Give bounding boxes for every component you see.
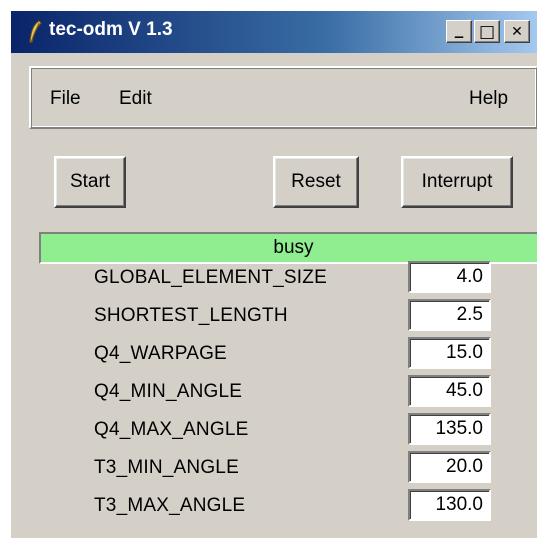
param-label: T3_MIN_ANGLE [94,457,239,478]
reset-button[interactable]: Reset [273,156,359,208]
maximize-button[interactable]: □ [474,20,500,43]
param-row: T3_MIN_ANGLE [11,451,531,485]
maximize-icon: □ [478,21,496,42]
param-row: SHORTEST_LENGTH [11,299,531,333]
param-row: GLOBAL_ELEMENT_SIZE [11,261,531,295]
feather-icon [29,20,42,43]
shortest-length-input[interactable] [408,299,491,331]
param-row: T3_MAX_ANGLE [11,489,531,523]
global-element-size-input[interactable] [408,261,491,293]
menu-help[interactable]: Help [469,88,508,110]
param-row: Q4_MAX_ANGLE [11,413,531,447]
status-indicator: busy [39,232,537,264]
t3-min-angle-input[interactable] [408,451,491,483]
minimize-icon: _ [454,18,464,39]
title-bar[interactable]: tec-odm V 1.3 _ □ ✕ [11,11,537,53]
param-label: SHORTEST_LENGTH [94,305,288,326]
param-row: Q4_WARPAGE [11,337,531,371]
close-icon: ✕ [511,23,523,40]
q4-min-angle-input[interactable] [408,375,491,407]
app-window: tec-odm V 1.3 _ □ ✕ File Edit Help Start… [9,9,537,538]
menu-bar: File Edit Help [29,66,537,129]
menu-file[interactable]: File [50,88,81,110]
param-label: T3_MAX_ANGLE [94,495,246,516]
close-button[interactable]: ✕ [504,20,530,43]
t3-max-angle-input[interactable] [408,489,491,521]
param-label: Q4_MAX_ANGLE [94,419,249,440]
window-title: tec-odm V 1.3 [49,19,173,40]
param-label: Q4_WARPAGE [94,343,227,364]
param-label: GLOBAL_ELEMENT_SIZE [94,267,327,288]
minimize-button[interactable]: _ [446,18,472,43]
q4-max-angle-input[interactable] [408,413,491,445]
param-row: Q4_MIN_ANGLE [11,375,531,409]
menu-edit[interactable]: Edit [119,88,152,110]
start-button[interactable]: Start [54,156,126,208]
q4-warpage-input[interactable] [408,337,491,369]
interrupt-button[interactable]: Interrupt [401,156,513,208]
param-label: Q4_MIN_ANGLE [94,381,243,402]
